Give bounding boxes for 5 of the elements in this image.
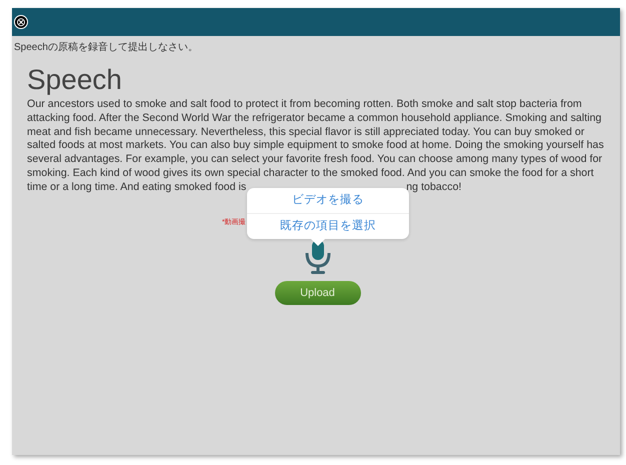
speech-title: Speech (27, 64, 123, 96)
close-icon[interactable]: ⊗ (14, 15, 28, 29)
instruction-text: Speechの原稿を録音して提出しなさい。 (13, 40, 199, 54)
upload-button[interactable]: Upload (274, 280, 360, 305)
popover-item[interactable]: 既存の項目を選択 (247, 212, 409, 239)
